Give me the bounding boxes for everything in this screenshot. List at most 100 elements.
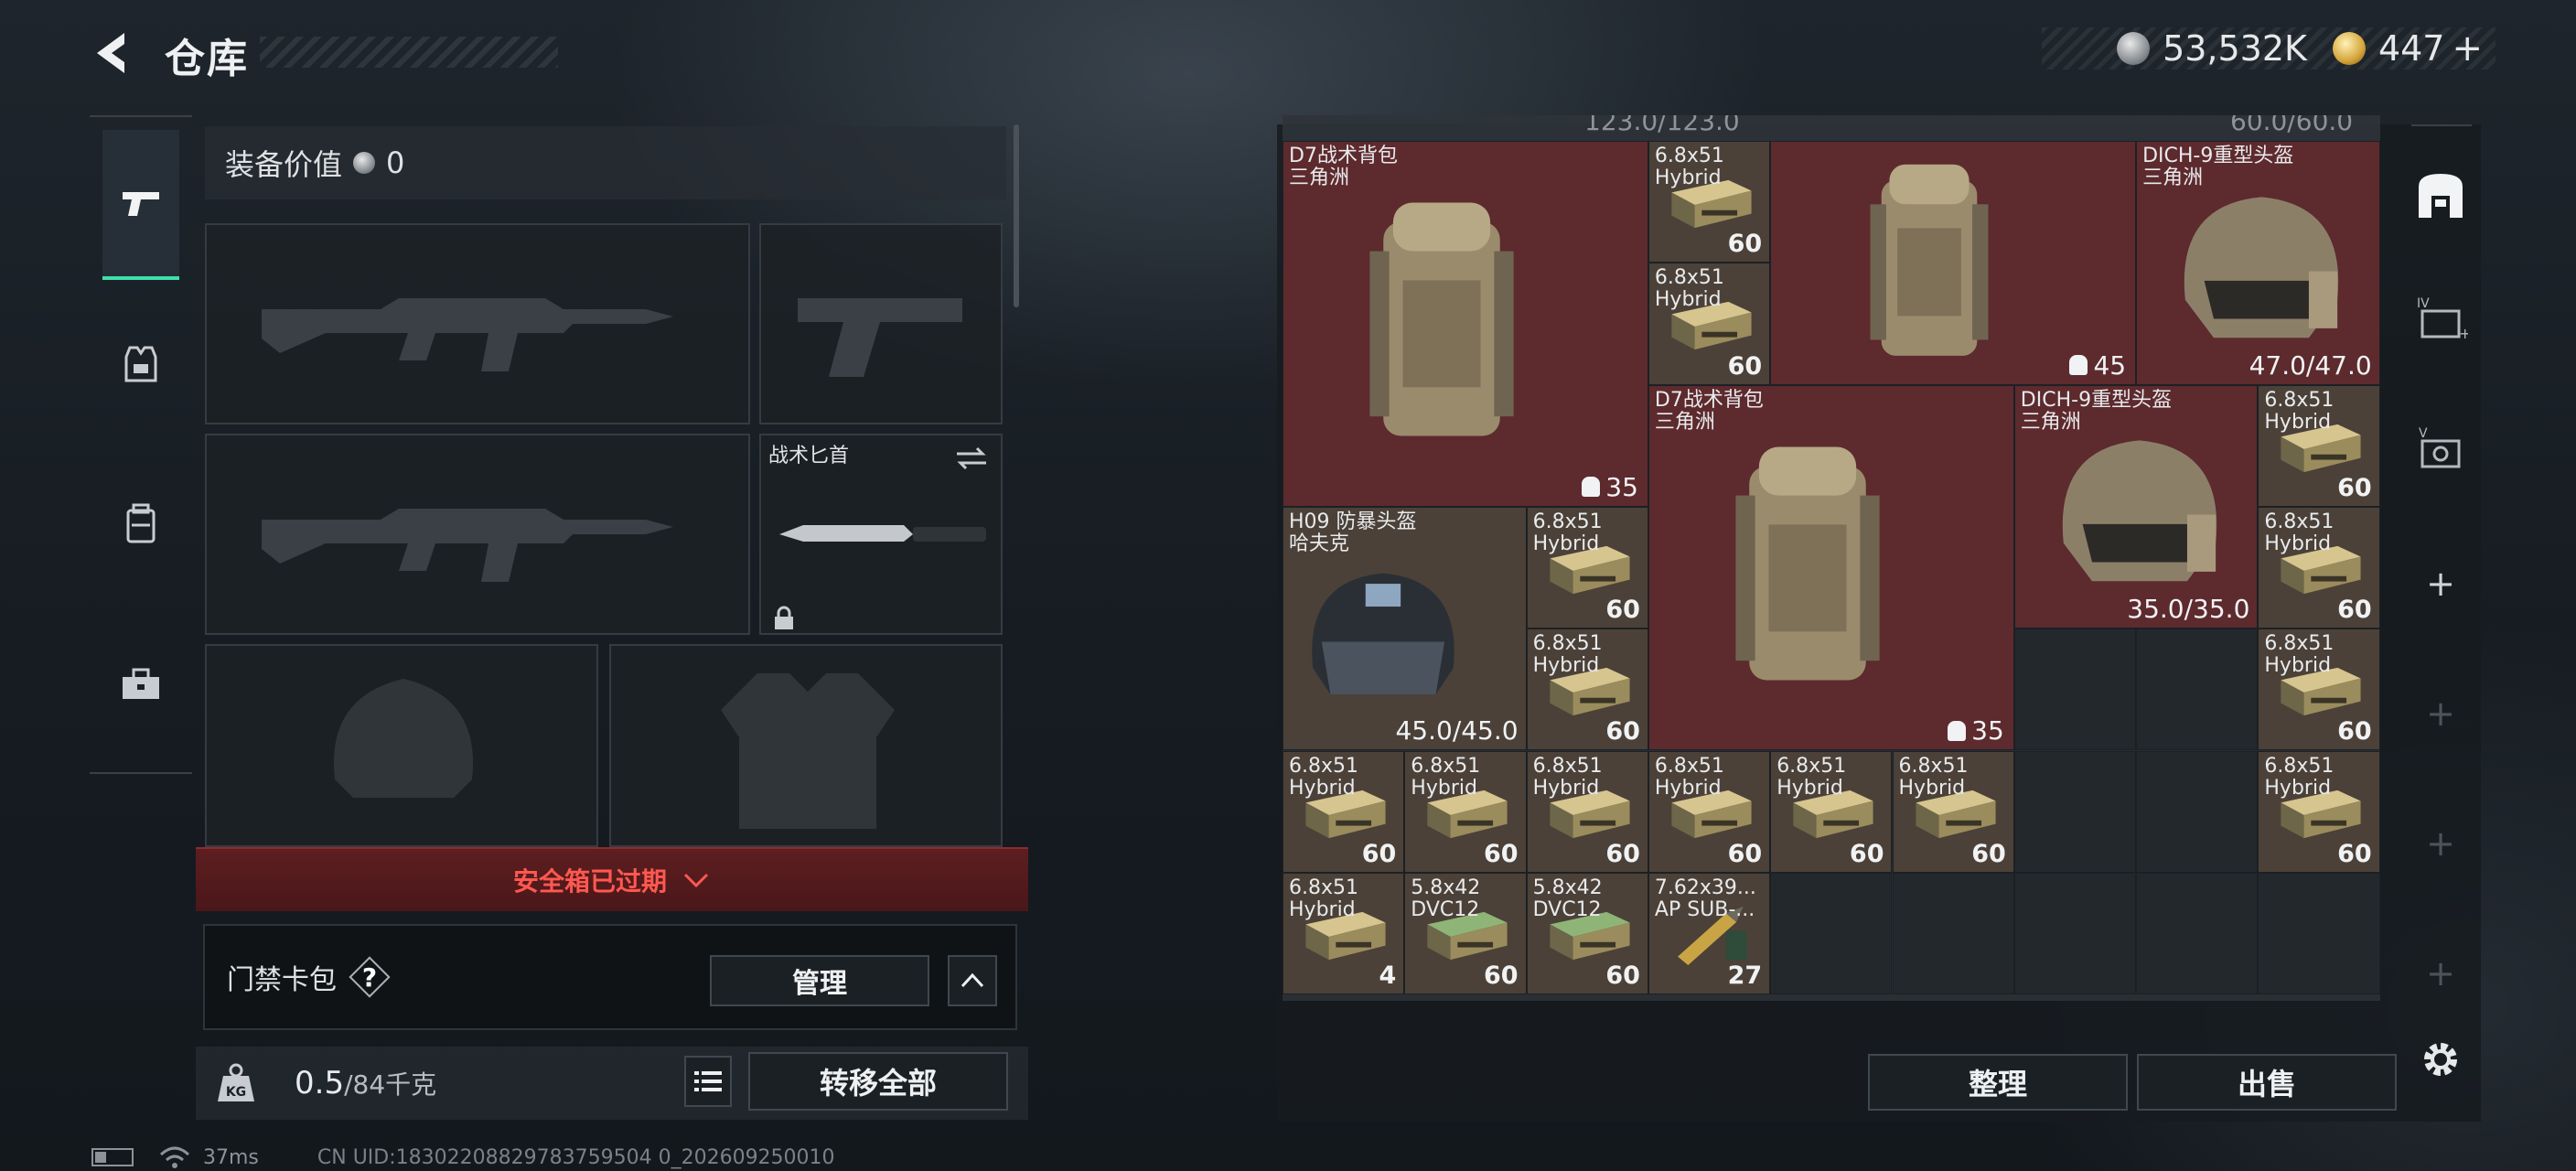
stash-item-round[interactable]: 7.62x39... AP SUB-... 27	[1648, 872, 1771, 995]
add-slot-icon: +	[2426, 564, 2455, 604]
stash-item-ammo[interactable]: 6.8x51 Hybrid 4	[1283, 872, 1405, 995]
safe-box-expired-banner[interactable]: 安全箱已过期	[196, 847, 1028, 911]
capacity-icon	[2069, 355, 2088, 376]
stash-item-ammo-green[interactable]: 5.8x42 DVC12 60	[1526, 872, 1648, 995]
add-slot-button-3[interactable]: +	[2410, 812, 2472, 875]
empty-grid-cell[interactable]	[2136, 750, 2259, 873]
stash-item-ammo[interactable]: 6.8x51 Hybrid 60	[1526, 750, 1648, 873]
item-name: DICH-9重型头盔 三角洲	[2142, 145, 2294, 189]
armor-v-filter-button[interactable]: V	[2410, 417, 2472, 479]
item-count: 60	[1727, 839, 1763, 868]
empty-grid-cell[interactable]	[1892, 872, 2014, 995]
collapse-button[interactable]	[948, 955, 997, 1006]
item-name: 6.8x51 Hybrid	[1532, 510, 1603, 555]
item-name: 5.8x42 DVC12	[1532, 876, 1603, 921]
chevron-up-icon	[961, 972, 984, 988]
stash-item-ammo-green[interactable]: 5.8x42 DVC12 60	[1404, 872, 1527, 995]
item-name: 6.8x51 Hybrid	[2264, 754, 2334, 800]
item-name: 6.8x51 Hybrid	[1532, 632, 1603, 678]
add-slot-button-1[interactable]: +	[2410, 553, 2472, 615]
item-count: 60	[2337, 596, 2372, 625]
add-slot-button-2[interactable]: +	[2410, 682, 2472, 745]
manage-button[interactable]: 管理	[710, 955, 929, 1006]
item-name: H09 防暴头盔 哈夫克	[1289, 510, 1417, 555]
stash-item-ammo[interactable]: 6.8x51 Hybrid 60	[2258, 384, 2380, 507]
item-durability: 45.0/45.0	[1395, 715, 1519, 747]
swap-icon[interactable]	[953, 445, 990, 472]
stash-item-helmet[interactable]: DICH-9重型头盔 三角洲 47.0/47.0	[2136, 141, 2380, 385]
stash-item-ammo[interactable]: 6.8x51 Hybrid 60	[1648, 750, 1771, 873]
status-footer: 37ms CN UID:18302208829783759504 0_20260…	[91, 1144, 835, 1171]
stash-item-ammo[interactable]: 6.8x51 Hybrid 60	[1526, 628, 1648, 751]
transfer-all-button[interactable]: 转移全部	[748, 1052, 1008, 1111]
empty-grid-cell[interactable]	[2136, 628, 2259, 751]
toolbox-icon	[123, 668, 159, 699]
backpack-icon	[1870, 164, 1989, 356]
item-count: 60	[1605, 962, 1640, 991]
list-view-button[interactable]	[684, 1056, 732, 1107]
stash-item-ammo[interactable]: 6.8x51 Hybrid 60	[1770, 750, 1893, 873]
stash-item-helmet[interactable]: DICH-9重型头盔 三角洲 35.0/35.0	[2013, 384, 2259, 629]
stash-item-ammo[interactable]: 6.8x51 Hybrid 60	[1648, 263, 1771, 385]
empty-grid-cell[interactable]	[2013, 628, 2137, 751]
knife-slot[interactable]: 战术匕首	[759, 434, 1003, 635]
stash-item-ammo[interactable]: 6.8x51 Hybrid 60	[1648, 141, 1771, 263]
svg-text:IV: IV	[2417, 296, 2430, 311]
stash-item-ammo[interactable]: 6.8x51 Hybrid 60	[2258, 506, 2380, 629]
riot-helmet-icon	[1312, 573, 1455, 694]
armor-level-v-icon: V	[2419, 426, 2461, 468]
empty-grid-cell[interactable]	[1770, 872, 1893, 995]
stash-item-backpack[interactable]: D7战术背包 三角洲 35	[1283, 141, 1648, 507]
add-currency-button[interactable]: +	[2452, 27, 2483, 70]
item-name: 6.8x51 Hybrid	[1532, 754, 1603, 800]
armor-iv-filter-button[interactable]: IV +	[2410, 287, 2472, 349]
back-arrow-icon[interactable]	[88, 27, 139, 79]
rifle-silhouette-icon	[262, 298, 673, 371]
stash-item-backpack[interactable]: D7战术背包 三角洲 35	[1648, 384, 2014, 751]
help-icon[interactable]: ?	[349, 957, 390, 997]
item-name: 6.8x51 Hybrid	[2264, 388, 2334, 434]
armor-slot[interactable]	[609, 644, 1003, 847]
rail-item-backpack[interactable]	[102, 485, 179, 562]
backpack-icon	[1735, 446, 1880, 681]
item-name: 6.8x51 Hybrid	[1289, 876, 1359, 921]
empty-grid-cell[interactable]	[2136, 872, 2259, 995]
rail-item-armor[interactable]	[102, 326, 179, 403]
stash-item-ammo[interactable]: 6.8x51 Hybrid 60	[1404, 750, 1527, 873]
helmet-silhouette-icon	[333, 679, 474, 798]
pistol-icon	[123, 192, 159, 216]
stash-grid[interactable]: D7战术背包 三角洲 35 6.8x51 Hybrid 60 6.8x51 Hybrid…	[1283, 141, 2380, 1001]
loadout-scrollbar[interactable]	[1014, 124, 1019, 307]
stash-item-riot-helmet[interactable]: H09 防暴头盔 哈夫克 45.0/45.0	[1283, 506, 1527, 751]
item-name: 6.8x51 Hybrid	[2264, 510, 2334, 555]
empty-grid-cell[interactable]	[2258, 872, 2380, 995]
stash-item-backpack[interactable]: 45	[1770, 141, 2137, 385]
add-slot-button-4[interactable]: +	[2410, 942, 2472, 1004]
tactical-knife-icon	[779, 525, 986, 542]
empty-grid-cell[interactable]	[2013, 750, 2137, 873]
wifi-icon	[159, 1146, 190, 1168]
silver-coin-icon	[2117, 32, 2151, 65]
stash-item-ammo[interactable]: 6.8x51 Hybrid 60	[1526, 506, 1648, 629]
pistol-slot[interactable]	[759, 223, 1003, 424]
primary-weapon-slot[interactable]	[205, 223, 750, 424]
armor-vest-icon	[124, 346, 157, 382]
stash-tab-button[interactable]	[2410, 165, 2472, 227]
rail-item-tools[interactable]	[102, 646, 179, 723]
settings-button[interactable]	[2410, 1028, 2472, 1090]
sort-button[interactable]: 整理	[1868, 1054, 2128, 1111]
stash-item-ammo[interactable]: 6.8x51 Hybrid 60	[1892, 750, 2014, 873]
stash-item-ammo[interactable]: 6.8x51 Hybrid 60	[2258, 628, 2380, 751]
empty-grid-cell[interactable]	[2013, 872, 2137, 995]
helmet-slot[interactable]	[205, 644, 598, 847]
battery-icon	[91, 1148, 134, 1166]
capacity-value: 45	[2093, 349, 2127, 381]
stash-item-ammo[interactable]: 6.8x51 Hybrid 60	[2258, 750, 2380, 873]
stash-item-ammo[interactable]: 6.8x51 Hybrid 60	[1283, 750, 1405, 873]
rail-item-weapons[interactable]	[102, 130, 179, 280]
sell-button[interactable]: 出售	[2137, 1054, 2397, 1111]
secondary-weapon-slot[interactable]	[205, 434, 750, 635]
item-count: 60	[1605, 839, 1640, 868]
item-count: 60	[1727, 230, 1763, 259]
item-name: 6.8x51 Hybrid	[1289, 754, 1359, 800]
